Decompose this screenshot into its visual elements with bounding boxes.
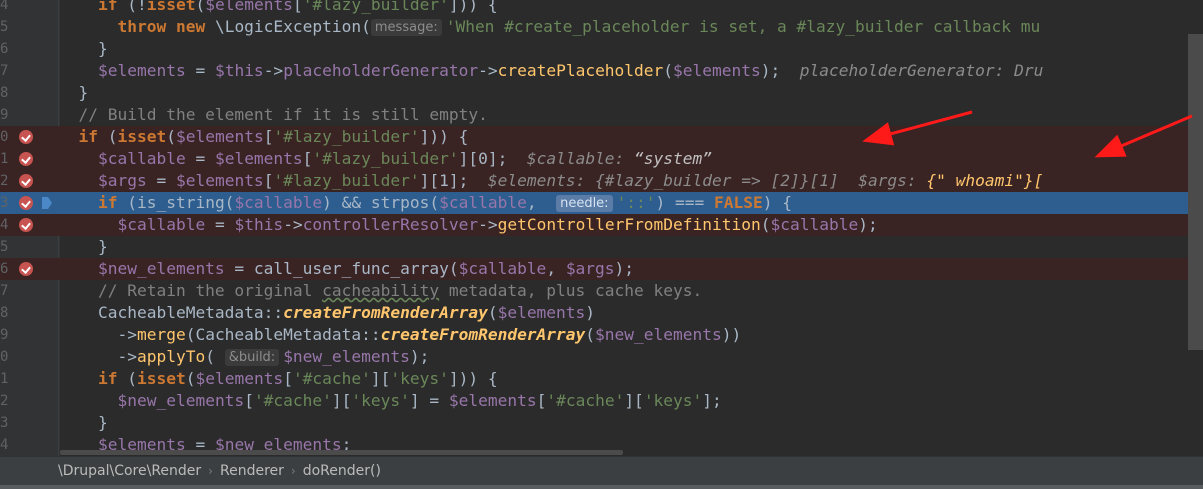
annotation-arrow-2: [1094, 114, 1193, 158]
code-editor[interactable]: 4 if (!isset($elements['#lazy_builder'])…: [0, 0, 1203, 456]
breadcrumb-separator: ›: [290, 464, 296, 478]
breadcrumb: \Drupal\Core\Render › Renderer › doRender(): [0, 456, 1203, 486]
breadcrumb-class[interactable]: Renderer: [220, 457, 284, 486]
status-strip: [0, 485, 1203, 489]
breadcrumb-namespace[interactable]: \Drupal\Core\Render: [58, 457, 201, 486]
annotation-arrows: [862, 110, 1193, 158]
breadcrumb-separator: ›: [208, 464, 213, 478]
breadcrumb-method[interactable]: doRender(): [303, 457, 381, 486]
annotation-arrow-1: [862, 110, 973, 146]
